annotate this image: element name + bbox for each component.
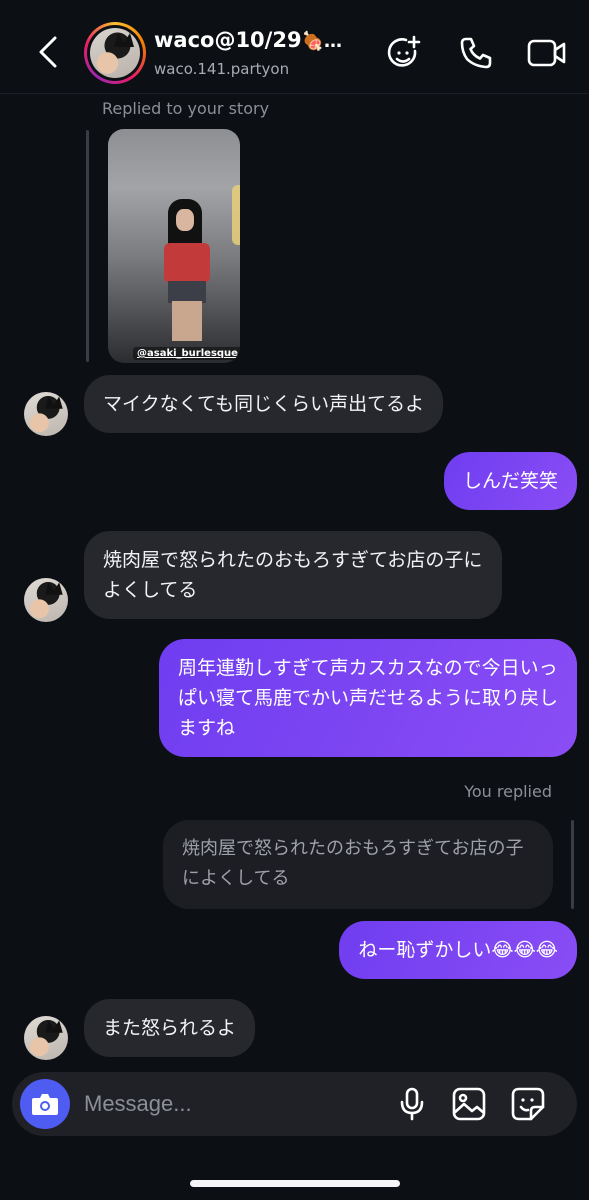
message-outgoing[interactable]: しんだ笑笑 — [443, 452, 577, 510]
story-thumbnail[interactable]: @asaki_burlesque_ts — [108, 129, 240, 363]
message-outgoing[interactable]: ねー恥ずかしい😂😂😂 — [339, 921, 577, 979]
effects-icon[interactable] — [384, 33, 424, 73]
story-reply-caption: Replied to your story — [102, 99, 270, 118]
profile-avatar[interactable] — [84, 22, 146, 84]
camera-icon[interactable] — [20, 1079, 70, 1129]
contact-name-row[interactable]: waco@10/29🍖… — [154, 28, 342, 52]
conversation-header: waco@10/29🍖… waco.141.partyon — [0, 0, 589, 94]
sender-avatar[interactable] — [24, 578, 68, 622]
gallery-icon[interactable] — [451, 1086, 487, 1122]
avatar-image — [90, 28, 140, 78]
sender-avatar[interactable] — [24, 1016, 68, 1060]
phone-icon[interactable] — [456, 33, 496, 73]
message-input[interactable] — [84, 1090, 364, 1118]
story-mention-tag[interactable]: @asaki_burlesque_ts — [133, 347, 240, 360]
stage-light — [232, 185, 240, 245]
story-quote-bar — [86, 130, 89, 362]
message-outgoing[interactable]: 周年連勤しすぎて声カスカスなので今日いっぱい寝て馬鹿でかい声だせるように取り戻し… — [159, 639, 577, 757]
contact-name: waco@10/29 — [154, 28, 302, 52]
sticker-icon[interactable] — [510, 1086, 546, 1122]
sender-avatar[interactable] — [24, 392, 68, 436]
back-arrow-icon[interactable] — [30, 34, 66, 70]
you-replied-label: You replied — [464, 782, 552, 801]
video-camera-icon[interactable] — [527, 33, 567, 73]
contact-username[interactable]: waco.141.partyon — [154, 60, 289, 78]
story-performer-image — [160, 199, 215, 341]
message-incoming[interactable]: 焼肉屋で怒られたのおもろすぎてお店の子によくしてる — [84, 531, 502, 619]
reply-quote-bar — [571, 820, 574, 909]
microphone-icon[interactable] — [394, 1086, 430, 1122]
message-incoming[interactable]: また怒られるよ — [84, 999, 256, 1057]
reply-quote-bubble[interactable]: 焼肉屋で怒られたのおもろすぎてお店の子によくしてる — [163, 820, 553, 909]
contact-name-suffix: 🍖… — [301, 31, 342, 52]
message-incoming[interactable]: マイクなくても同じくらい声出てるよ — [84, 375, 444, 433]
message-composer — [12, 1072, 577, 1136]
home-indicator[interactable] — [190, 1180, 400, 1187]
